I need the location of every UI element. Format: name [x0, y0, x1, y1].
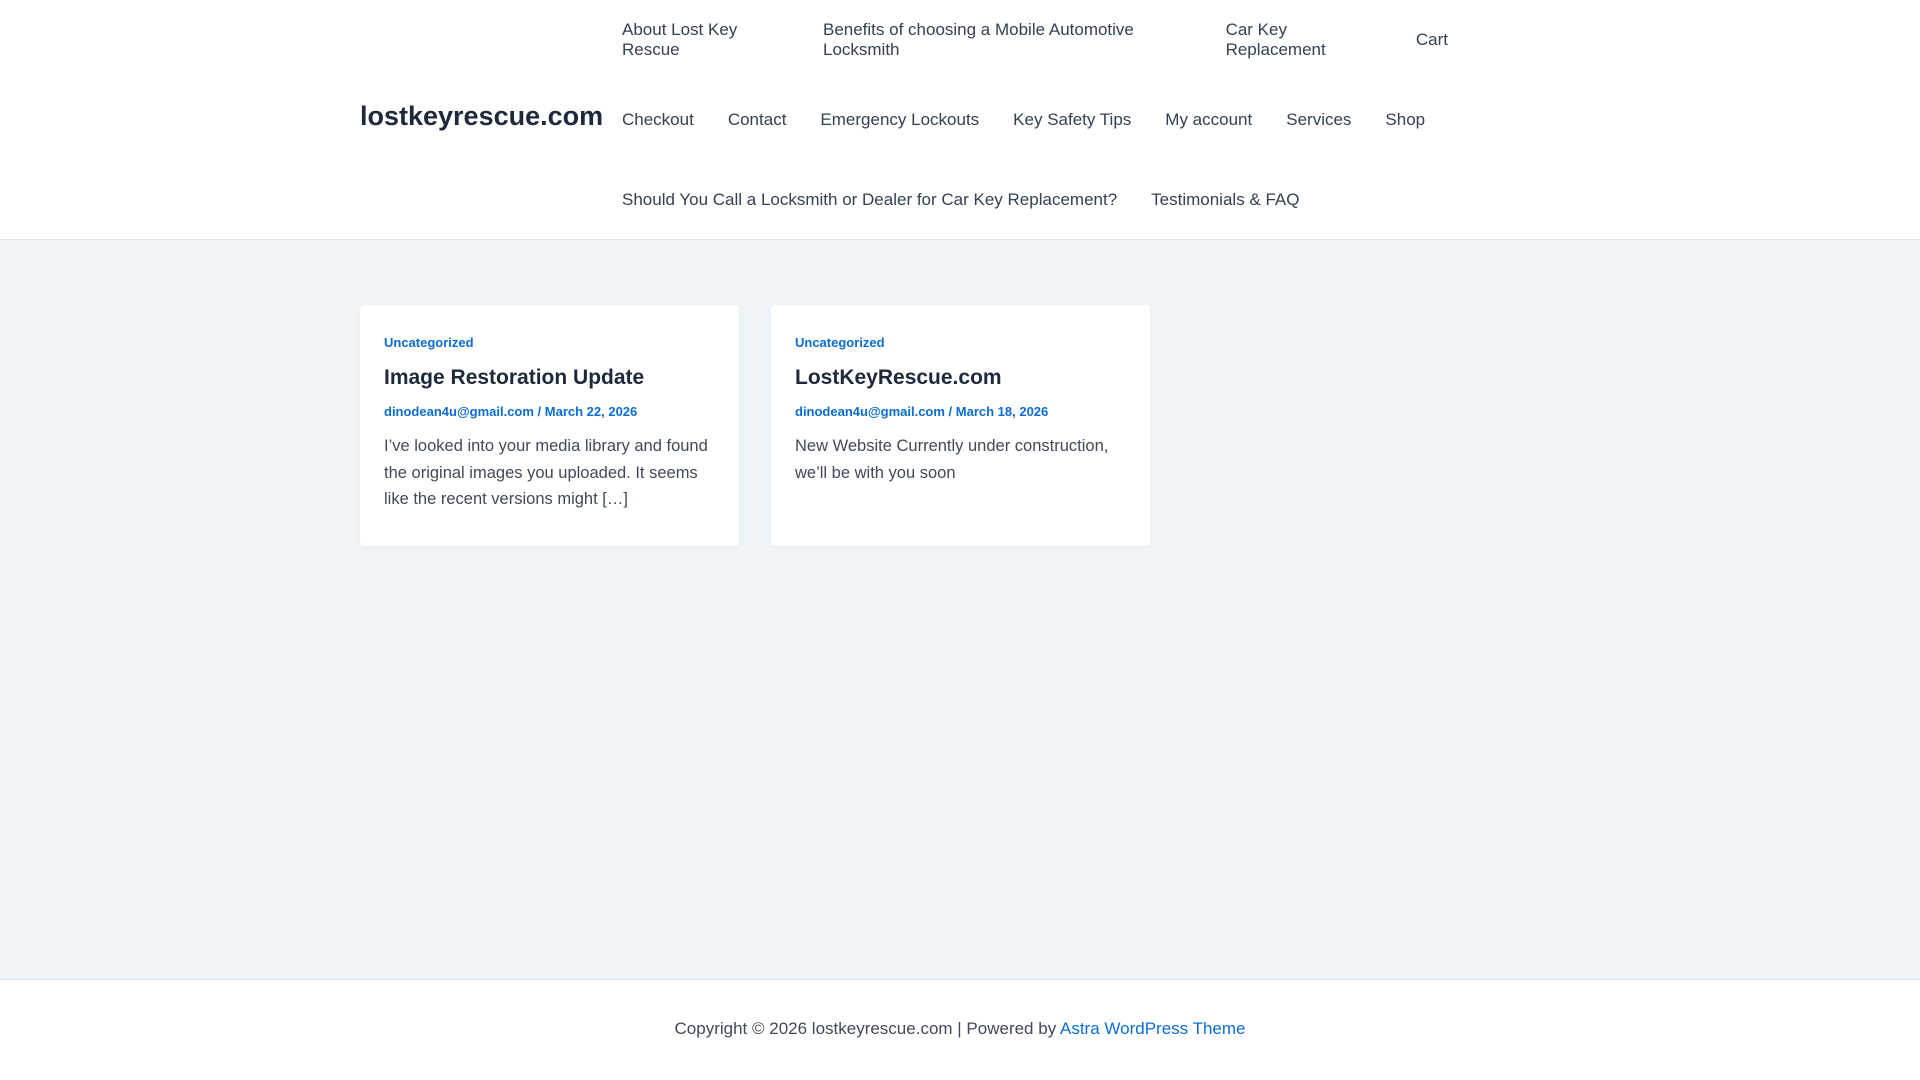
site-footer: Copyright © 2026 lostkeyrescue.com | Pow… — [0, 979, 1920, 1080]
site-header: lostkeyrescue.com About Lost Key Rescue … — [0, 0, 1920, 240]
post-card: Uncategorized Image Restoration Update d… — [360, 305, 739, 546]
nav-row: Should You Call a Locksmith or Dealer fo… — [605, 160, 1465, 240]
post-date: March 18, 2026 — [955, 404, 1049, 419]
nav-cart[interactable]: Cart — [1399, 30, 1465, 50]
nav-services[interactable]: Services — [1269, 110, 1368, 130]
primary-nav: About Lost Key Rescue Benefits of choosi… — [605, 0, 1465, 240]
nav-contact[interactable]: Contact — [711, 110, 804, 130]
nav-benefits[interactable]: Benefits of choosing a Mobile Automotive… — [806, 20, 1209, 60]
nav-key-safety-tips[interactable]: Key Safety Tips — [996, 110, 1148, 130]
post-title[interactable]: LostKeyRescue.com — [795, 366, 1126, 390]
post-excerpt: New Website Currently under construction… — [795, 437, 1109, 482]
nav-about[interactable]: About Lost Key Rescue — [605, 20, 806, 60]
nav-testimonials-faq[interactable]: Testimonials & FAQ — [1134, 190, 1316, 210]
nav-checkout[interactable]: Checkout — [605, 110, 711, 130]
post-meta: dinodean4u@gmail.com / March 22, 2026 — [384, 404, 715, 419]
nav-row: Checkout Contact Emergency Lockouts Key … — [605, 80, 1465, 160]
nav-emergency-lockouts[interactable]: Emergency Lockouts — [803, 110, 996, 130]
post-excerpt: I’ve looked into your media library and … — [384, 437, 708, 508]
nav-row: About Lost Key Rescue Benefits of choosi… — [605, 0, 1465, 80]
site-logo[interactable]: lostkeyrescue.com — [360, 101, 603, 132]
post-meta: dinodean4u@gmail.com / March 18, 2026 — [795, 404, 1126, 419]
post-title[interactable]: Image Restoration Update — [384, 366, 715, 390]
post-date: March 22, 2026 — [544, 404, 638, 419]
astra-theme-link[interactable]: Astra WordPress Theme — [1060, 1019, 1246, 1038]
post-category[interactable]: Uncategorized — [795, 335, 1126, 350]
post-card: Uncategorized LostKeyRescue.com dinodean… — [771, 305, 1150, 546]
post-author[interactable]: dinodean4u@gmail.com — [795, 404, 945, 419]
nav-shop[interactable]: Shop — [1368, 110, 1442, 130]
meta-separator: / — [533, 404, 545, 419]
post-category[interactable]: Uncategorized — [384, 335, 715, 350]
post-author[interactable]: dinodean4u@gmail.com — [384, 404, 534, 419]
meta-separator: / — [944, 404, 956, 419]
nav-car-key-replacement[interactable]: Car Key Replacement — [1209, 20, 1399, 60]
post-list: Uncategorized Image Restoration Update d… — [360, 305, 1150, 546]
nav-locksmith-or-dealer[interactable]: Should You Call a Locksmith or Dealer fo… — [605, 190, 1134, 210]
copyright-text: Copyright © 2026 lostkeyrescue.com | Pow… — [674, 1019, 1060, 1038]
nav-my-account[interactable]: My account — [1148, 110, 1269, 130]
